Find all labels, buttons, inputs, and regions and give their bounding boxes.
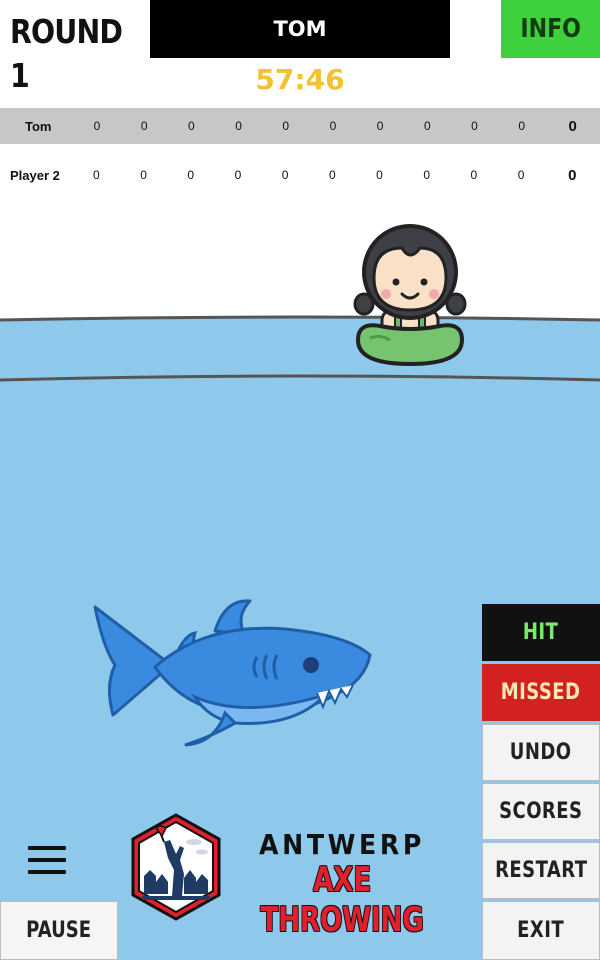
score-cell: 0 bbox=[93, 168, 100, 182]
restart-button[interactable]: RESTART bbox=[482, 842, 600, 899]
logo-title-bottom: AXE THROWING bbox=[260, 860, 424, 940]
scores-button-label: SCORES bbox=[499, 799, 583, 824]
score-cell: 0 bbox=[517, 168, 525, 182]
score-cell: 0 bbox=[376, 168, 383, 182]
score-cells: 0 0 0 0 0 0 0 0 0 0 bbox=[73, 168, 545, 182]
exit-button[interactable]: EXIT bbox=[482, 901, 600, 960]
missed-button[interactable]: MISSED bbox=[482, 664, 600, 721]
exit-button-label: EXIT bbox=[517, 918, 565, 943]
player-name: Tom bbox=[25, 118, 52, 134]
score-cell: 0 bbox=[423, 168, 430, 182]
player-name: Player 2 bbox=[10, 167, 60, 183]
score-total: 0 bbox=[568, 166, 577, 184]
game-timer: 57:46 bbox=[255, 63, 345, 96]
scoreboard-row: Tom 0 0 0 0 0 0 0 0 0 0 0 bbox=[0, 108, 600, 144]
score-cell: 0 bbox=[518, 119, 525, 133]
score-total: 0 bbox=[568, 117, 577, 135]
shark-icon bbox=[93, 599, 372, 747]
undo-button[interactable]: UNDO bbox=[482, 724, 600, 781]
antwerp-axe-throwing-badge-icon bbox=[131, 813, 221, 921]
score-cell: 0 bbox=[423, 119, 431, 133]
current-player-name: TOM bbox=[273, 17, 327, 41]
round-label: ROUND 1 bbox=[10, 12, 123, 95]
score-cell: 0 bbox=[282, 119, 290, 133]
logo-title-top: ANTWERP bbox=[259, 828, 425, 861]
score-cells: 0 0 0 0 0 0 0 0 0 0 bbox=[73, 119, 545, 133]
current-player-bar: TOM bbox=[150, 0, 450, 58]
hamburger-menu-icon[interactable] bbox=[28, 846, 66, 878]
score-cell: 0 bbox=[235, 119, 242, 133]
score-cell: 0 bbox=[188, 119, 195, 133]
pause-button-label: PAUSE bbox=[26, 918, 92, 943]
score-cell: 0 bbox=[281, 168, 289, 182]
score-cell: 0 bbox=[328, 168, 336, 182]
score-cell: 0 bbox=[140, 168, 147, 182]
score-cell: 0 bbox=[471, 119, 478, 133]
hit-button[interactable]: HIT bbox=[482, 604, 600, 661]
info-button[interactable]: INFO bbox=[501, 0, 600, 58]
score-cell: 0 bbox=[234, 168, 242, 182]
score-cell: 0 bbox=[376, 119, 384, 133]
undo-button-label: UNDO bbox=[510, 740, 572, 765]
scores-button[interactable]: SCORES bbox=[482, 783, 600, 840]
hit-button-label: HIT bbox=[523, 620, 559, 645]
info-button-label: INFO bbox=[520, 14, 581, 44]
girl-swimmer-icon bbox=[353, 224, 467, 367]
scoreboard-row: Player 2 0 0 0 0 0 0 0 0 0 0 0 bbox=[0, 157, 600, 193]
score-cell: 0 bbox=[140, 119, 148, 133]
pause-button[interactable]: PAUSE bbox=[0, 901, 118, 960]
score-cell: 0 bbox=[93, 119, 101, 133]
score-cell: 0 bbox=[187, 168, 195, 182]
missed-button-label: MISSED bbox=[501, 680, 581, 705]
score-cell: 0 bbox=[329, 119, 337, 133]
score-cell: 0 bbox=[470, 168, 478, 182]
restart-button-label: RESTART bbox=[494, 858, 588, 883]
